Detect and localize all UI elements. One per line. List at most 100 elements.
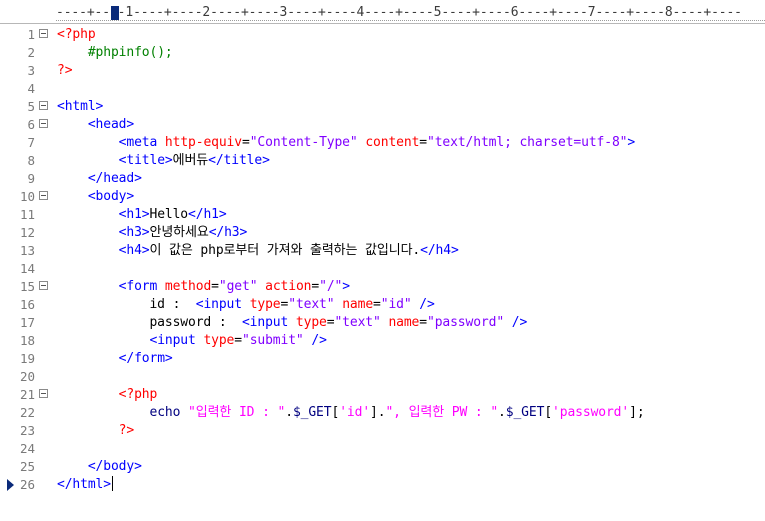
code-token: = <box>419 315 427 330</box>
code-token: content <box>365 135 420 150</box>
code-text[interactable]: <html> <box>57 98 103 116</box>
code-text[interactable]: </form> <box>57 350 173 368</box>
code-text[interactable]: </body> <box>57 458 142 476</box>
code-line[interactable]: 23 ?> <box>0 422 765 440</box>
code-text[interactable]: <meta http-equiv="Content-Type" content=… <box>57 134 636 152</box>
code-text[interactable]: echo "입력한 ID : ".$_GET['id'].", 입력한 PW :… <box>57 404 644 422</box>
code-token: "text" <box>288 297 335 312</box>
line-number: 8 <box>27 153 35 168</box>
code-text[interactable]: <h1>Hello</h1> <box>57 206 227 224</box>
line-number: 6 <box>27 117 35 132</box>
code-line[interactable]: 20 <box>0 368 765 386</box>
ruler-cursor-marker <box>111 6 119 20</box>
code-text[interactable]: <?php <box>57 386 158 404</box>
code-token: 에버듀 <box>172 153 209 168</box>
code-token: = <box>241 135 250 150</box>
code-line[interactable]: 21 <?php <box>0 386 765 404</box>
code-token: type <box>203 333 235 348</box>
code-line[interactable]: 17 password : <input type="text" name="p… <box>0 314 765 332</box>
code-line[interactable]: 3 ?> <box>0 62 765 80</box>
code-line[interactable]: 4 <box>0 80 765 98</box>
code-token: /> <box>311 333 327 348</box>
line-number: 21 <box>19 387 35 402</box>
code-line[interactable]: 19 </form> <box>0 350 765 368</box>
code-text[interactable]: <title>에버듀</title> <box>57 152 270 170</box>
code-text[interactable]: #phpinfo(); <box>57 44 173 62</box>
line-number: 25 <box>19 459 35 474</box>
code-text[interactable]: <form method="get" action="/"> <box>57 278 350 296</box>
code-token: 'password' <box>552 405 630 420</box>
code-line[interactable]: 10 <body> <box>0 188 765 206</box>
code-token: 이 값은 php로부터 가져와 출력하는 값입니다. <box>149 243 421 258</box>
code-text[interactable]: ?> <box>57 62 73 80</box>
code-token: $_GET <box>292 405 332 420</box>
code-token: </head> <box>87 171 142 186</box>
code-text[interactable]: <h3>안녕하세요</h3> <box>57 224 248 242</box>
code-token: <h4> <box>118 243 150 258</box>
code-text[interactable]: </html> <box>57 476 113 494</box>
code-line[interactable]: 15 <form method="get" action="/"> <box>0 278 765 296</box>
code-line[interactable]: 2 #phpinfo(); <box>0 44 765 62</box>
code-line[interactable]: 7 <meta http-equiv="Content-Type" conten… <box>0 134 765 152</box>
line-number: 19 <box>19 351 35 366</box>
code-text[interactable]: <?php <box>57 26 96 44</box>
code-line[interactable]: 25 </body> <box>0 458 765 476</box>
code-token: id : <box>57 297 196 312</box>
code-token: </h4> <box>420 243 459 258</box>
code-token: http-equiv <box>164 135 242 150</box>
code-token: </h3> <box>208 225 248 240</box>
fold-toggle-icon[interactable] <box>39 281 48 290</box>
code-line[interactable]: 18 <input type="submit" /> <box>0 332 765 350</box>
ruler-scale: ----+----1----+----2----+----3----+----4… <box>56 5 742 20</box>
line-number: 20 <box>19 369 35 384</box>
code-text[interactable]: <input type="submit" /> <box>57 332 327 350</box>
fold-toggle-icon[interactable] <box>39 29 48 38</box>
code-token: <?php <box>57 27 96 42</box>
code-line[interactable]: 14 <box>0 260 765 278</box>
code-line[interactable]: 11 <h1>Hello</h1> <box>0 206 765 224</box>
code-line[interactable]: 13 <h4>이 값은 php로부터 가져와 출력하는 값입니다.</h4> <box>0 242 765 260</box>
code-text[interactable]: <body> <box>57 188 134 206</box>
code-token: "text/html; charset=utf-8" <box>427 135 628 150</box>
code-line[interactable]: 24 <box>0 440 765 458</box>
code-token: method <box>164 279 212 294</box>
code-text[interactable]: id : <input type="text" name="id" /> <box>57 296 434 314</box>
code-line[interactable]: 26 </html> <box>0 476 765 494</box>
code-token: name <box>388 315 420 330</box>
code-text[interactable]: </head> <box>57 170 142 188</box>
code-line[interactable]: 1 <?php <box>0 26 765 44</box>
code-token: <html> <box>57 99 104 114</box>
code-line[interactable]: 22 echo "입력한 ID : ".$_GET['id'].", 입력한 P… <box>0 404 765 422</box>
code-token: "id" <box>380 297 412 312</box>
line-number: 1 <box>27 27 35 42</box>
code-token: ?> <box>57 63 73 78</box>
fold-toggle-icon[interactable] <box>39 389 48 398</box>
fold-toggle-icon[interactable] <box>39 191 48 200</box>
code-line[interactable]: 9 </head> <box>0 170 765 188</box>
code-line[interactable]: 12 <h3>안녕하세요</h3> <box>0 224 765 242</box>
ruler-divider <box>56 20 765 22</box>
code-text[interactable]: ?> <box>57 422 135 440</box>
code-token: "submit" <box>241 333 304 348</box>
code-line[interactable]: 6 <head> <box>0 116 765 134</box>
code-line[interactable]: 8 <title>에버듀</title> <box>0 152 765 170</box>
fold-toggle-icon[interactable] <box>39 101 48 110</box>
fold-toggle-icon[interactable] <box>39 119 48 128</box>
code-token: <input <box>149 333 204 348</box>
code-text[interactable]: <head> <box>57 116 134 134</box>
code-line[interactable]: 5 <html> <box>0 98 765 116</box>
code-editor[interactable]: 1 <?php 2 #phpinfo(); 3 ?> 4 5 <html> 6 <head> 7 … <box>0 26 765 494</box>
code-token: "text" <box>334 315 381 330</box>
code-text[interactable]: <h4>이 값은 php로부터 가져와 출력하는 값입니다.</h4> <box>57 242 459 260</box>
code-line[interactable]: 16 id : <input type="text" name="id" /> <box>0 296 765 314</box>
code-text[interactable]: password : <input type="text" name="pass… <box>57 314 527 332</box>
line-number: 26 <box>19 477 35 492</box>
